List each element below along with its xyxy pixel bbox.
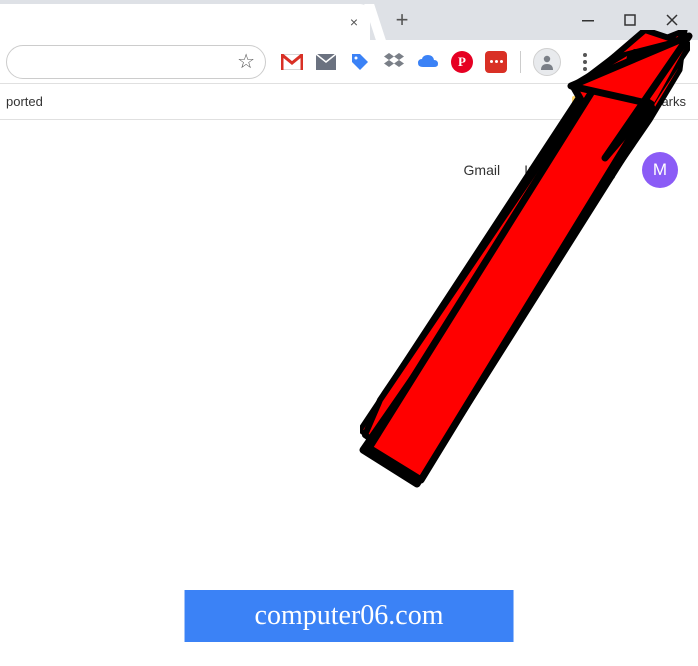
- gmail-link[interactable]: Gmail: [464, 162, 501, 178]
- cloud-icon[interactable]: [416, 50, 440, 74]
- bookmark-star-icon[interactable]: ☆: [237, 49, 255, 74]
- toolbar: ☆: [0, 40, 698, 84]
- gmail-icon[interactable]: [280, 50, 304, 74]
- images-link[interactable]: Images: [524, 162, 570, 178]
- mail-checker-icon[interactable]: [314, 50, 338, 74]
- other-bookmarks[interactable]: arks: [621, 94, 692, 109]
- lastpass-icon[interactable]: [484, 50, 508, 74]
- chrome-menu-button[interactable]: [573, 50, 597, 74]
- maximize-button[interactable]: [618, 8, 642, 32]
- watermark: computer06.com: [185, 590, 514, 642]
- account-avatar[interactable]: M: [642, 152, 678, 188]
- separator: [520, 51, 521, 73]
- page-content: Gmail Images M: [0, 120, 698, 666]
- minimize-button[interactable]: [576, 8, 600, 32]
- bookmarks-bar: ported O… arks: [0, 84, 698, 120]
- dropbox-icon[interactable]: [382, 50, 406, 74]
- imported-label[interactable]: ported: [6, 94, 566, 109]
- window-controls: [562, 0, 698, 40]
- ntp-links: Gmail Images M: [464, 152, 678, 188]
- folder-label-partial: O…: [592, 94, 615, 109]
- close-tab-icon[interactable]: ×: [346, 14, 362, 30]
- folder-icon: [572, 96, 588, 108]
- tab-strip: × +: [0, 0, 698, 40]
- profile-button[interactable]: [533, 48, 561, 76]
- browser-tab[interactable]: ×: [0, 4, 370, 40]
- pinterest-letter: P: [458, 54, 466, 70]
- close-window-button[interactable]: [660, 8, 684, 32]
- new-tab-button[interactable]: +: [388, 6, 416, 34]
- google-apps-icon[interactable]: [594, 158, 618, 182]
- pricetag-icon[interactable]: [348, 50, 372, 74]
- pinterest-icon[interactable]: P: [450, 50, 474, 74]
- other-bookmarks-label: arks: [661, 94, 686, 109]
- address-bar[interactable]: ☆: [6, 45, 266, 79]
- extensions-row: P: [266, 48, 692, 76]
- bookmark-folder[interactable]: O…: [566, 94, 621, 109]
